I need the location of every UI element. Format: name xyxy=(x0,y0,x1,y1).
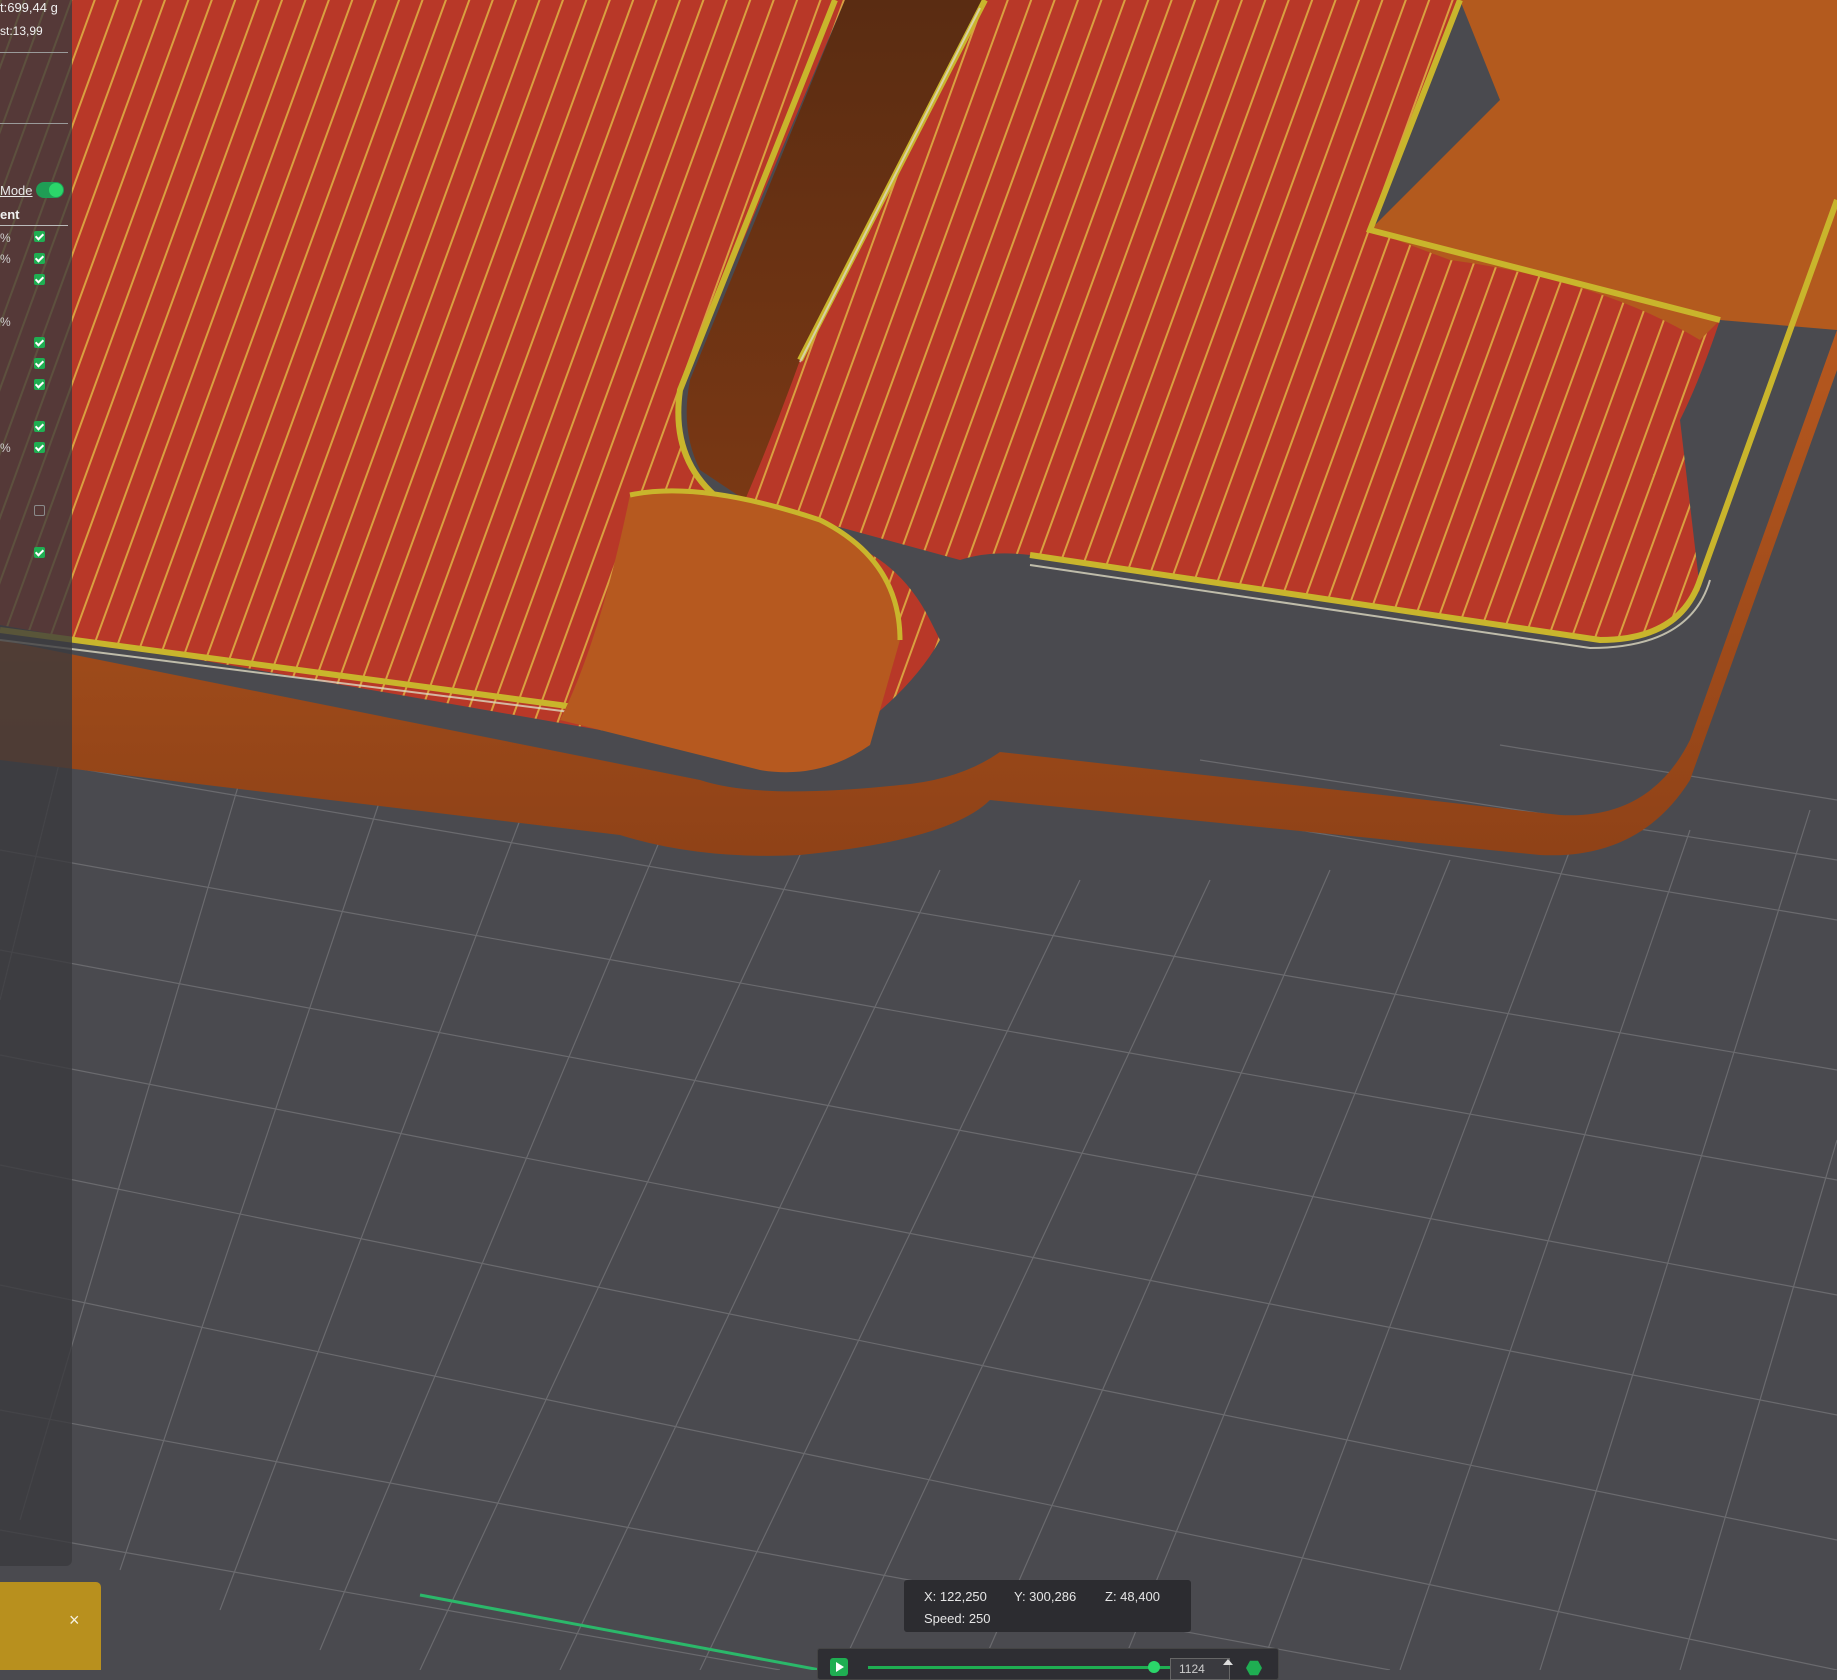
checkbox-icon[interactable] xyxy=(34,253,45,264)
row-percent: % xyxy=(0,315,11,329)
mode-toggle-icon[interactable] xyxy=(36,182,64,198)
panel-section-header: ent xyxy=(0,207,20,222)
move-step-input[interactable]: 1124 xyxy=(1170,1658,1230,1680)
checkbox-icon[interactable] xyxy=(34,442,45,453)
checkbox-icon[interactable] xyxy=(34,358,45,369)
speed-readout: Speed: 250 xyxy=(924,1611,991,1626)
move-slider-thumb[interactable] xyxy=(1148,1661,1160,1673)
coord-y: Y: 300,286 xyxy=(1014,1589,1077,1604)
separator xyxy=(0,225,68,226)
stat-cost: st:13,99 xyxy=(0,24,43,38)
separator xyxy=(0,123,68,124)
play-icon[interactable] xyxy=(830,1658,848,1676)
row-percent: % xyxy=(0,231,11,245)
left-settings-panel: t:699,44 g st:13,99 Mode ent % % % % xyxy=(0,0,72,1566)
coordinate-readout: X: 122,250 Y: 300,286 Z: 48,400 Speed: 2… xyxy=(904,1580,1191,1632)
checkbox-icon[interactable] xyxy=(34,274,45,285)
row-percent: % xyxy=(0,441,11,455)
checkbox-icon[interactable] xyxy=(34,505,45,516)
coord-x: X: 122,250 xyxy=(924,1589,987,1604)
checkbox-icon[interactable] xyxy=(34,337,45,348)
checkbox-icon[interactable] xyxy=(34,379,45,390)
close-icon[interactable]: × xyxy=(69,1610,80,1631)
checkbox-icon[interactable] xyxy=(34,421,45,432)
coord-z: Z: 48,400 xyxy=(1105,1589,1160,1604)
settings-hex-icon[interactable] xyxy=(1246,1660,1262,1676)
3d-viewport[interactable] xyxy=(0,0,1837,1670)
mode-label: Mode xyxy=(0,183,33,198)
spin-up-icon[interactable] xyxy=(1223,1659,1233,1665)
move-slider-bar: 1124 xyxy=(817,1648,1279,1680)
notification-toast: × xyxy=(0,1582,101,1670)
row-percent: % xyxy=(0,252,11,266)
checkbox-icon[interactable] xyxy=(34,547,45,558)
move-slider-track[interactable] xyxy=(868,1666,1170,1669)
checkbox-icon[interactable] xyxy=(34,231,45,242)
separator xyxy=(0,52,68,53)
stat-weight: t:699,44 g xyxy=(0,0,58,15)
